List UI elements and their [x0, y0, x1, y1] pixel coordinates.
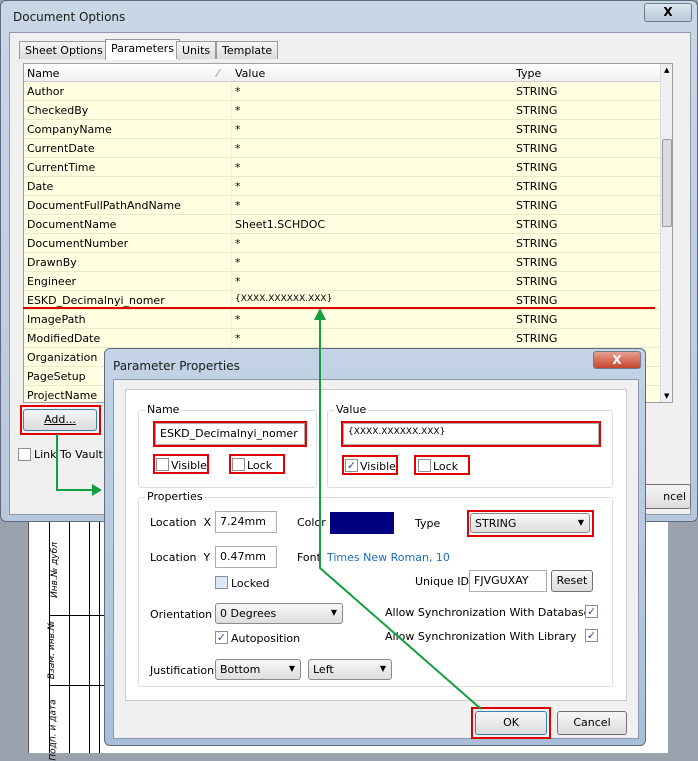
- annotation-arrow: [314, 308, 482, 710]
